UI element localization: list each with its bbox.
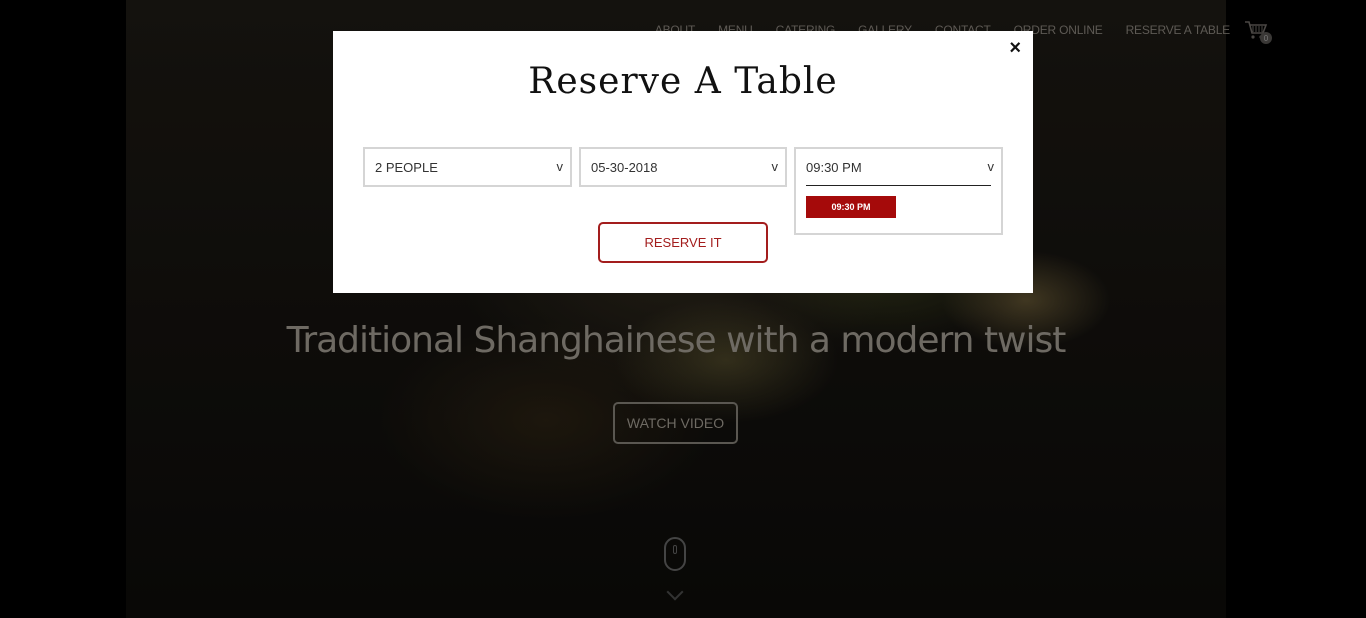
time-value: 09:30 PM — [806, 160, 862, 175]
modal-title: Reserve A Table — [528, 61, 838, 102]
time-option[interactable]: 09:30 PM — [806, 196, 896, 218]
nav-item-reserve-a-table[interactable]: RESERVE A TABLE — [1126, 23, 1231, 37]
chevron-down-icon: v — [556, 159, 564, 174]
chevron-down-icon: v — [771, 159, 779, 174]
mouse-scroll-icon[interactable] — [664, 537, 686, 571]
time-select[interactable]: 09:30 PM v 09:30 PM — [794, 147, 1003, 235]
reserve-table-modal: × Reserve A Table 2 PEOPLE v 05-30-2018 … — [333, 31, 1033, 293]
hero-tagline: Traditional Shanghainese with a modern t… — [286, 320, 1067, 361]
date-select[interactable]: 05-30-2018 v — [579, 147, 787, 187]
party-size-select[interactable]: 2 PEOPLE v — [363, 147, 572, 187]
date-value: 05-30-2018 — [591, 160, 658, 175]
watch-video-button[interactable]: WATCH VIDEO — [613, 402, 738, 444]
chevron-down-icon: v — [987, 159, 995, 174]
time-select-divider — [806, 185, 991, 186]
cart-button[interactable]: 0 — [1244, 20, 1272, 44]
cart-count-badge: 0 — [1260, 32, 1272, 44]
close-button[interactable]: × — [1009, 38, 1021, 58]
reserve-it-button[interactable]: RESERVE IT — [598, 222, 768, 263]
party-size-value: 2 PEOPLE — [375, 160, 438, 175]
